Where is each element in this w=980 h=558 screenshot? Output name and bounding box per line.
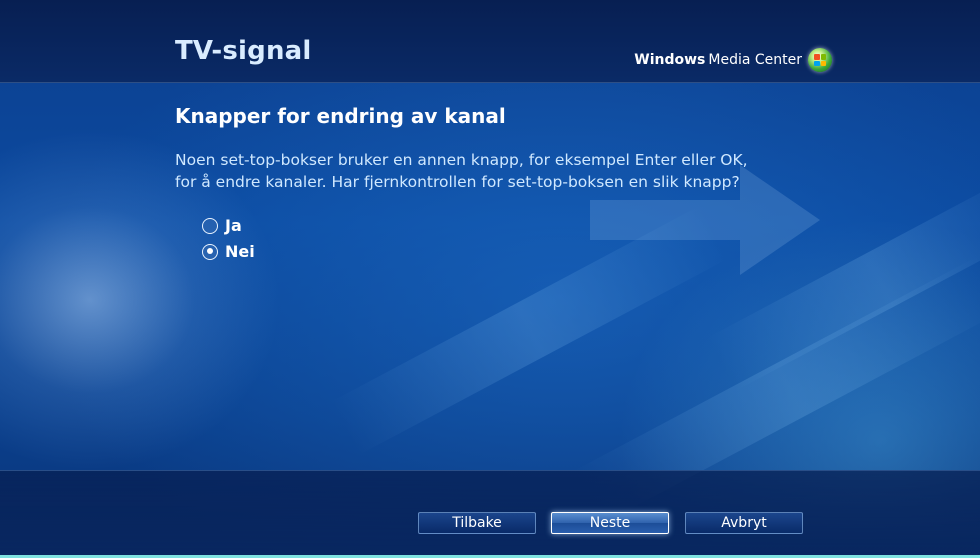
radio-checked-icon[interactable] [202, 243, 218, 260]
radio-option-ja[interactable]: Ja [202, 216, 242, 235]
radio-option-nei[interactable]: Nei [202, 242, 255, 261]
cancel-button[interactable]: Avbryt [685, 512, 803, 534]
windows-media-center-logo: Windows Media Center [634, 48, 832, 72]
header-bar: TV-signal Windows Media Center [0, 0, 980, 83]
question-line-1: Noen set-top-bokser bruker en annen knap… [175, 151, 748, 169]
radio-unchecked-icon[interactable] [202, 217, 218, 234]
radio-label-nei: Nei [225, 242, 255, 261]
question-text: Noen set-top-bokser bruker en annen knap… [175, 149, 835, 193]
next-button[interactable]: Neste [551, 512, 669, 534]
page-title: TV-signal [175, 36, 312, 66]
section-heading: Knapper for endring av kanal [175, 104, 506, 128]
windows-media-center-orb-icon[interactable] [808, 48, 832, 72]
logo-brand-rest: Media Center [708, 52, 802, 68]
logo-brand-bold: Windows [634, 52, 706, 68]
media-center-screen: TV-signal Windows Media Center Knapper fo… [0, 0, 980, 558]
radio-label-ja: Ja [225, 216, 242, 235]
back-button[interactable]: Tilbake [418, 512, 536, 534]
question-line-2: for å endre kanaler. Har fjernkontrollen… [175, 173, 740, 191]
